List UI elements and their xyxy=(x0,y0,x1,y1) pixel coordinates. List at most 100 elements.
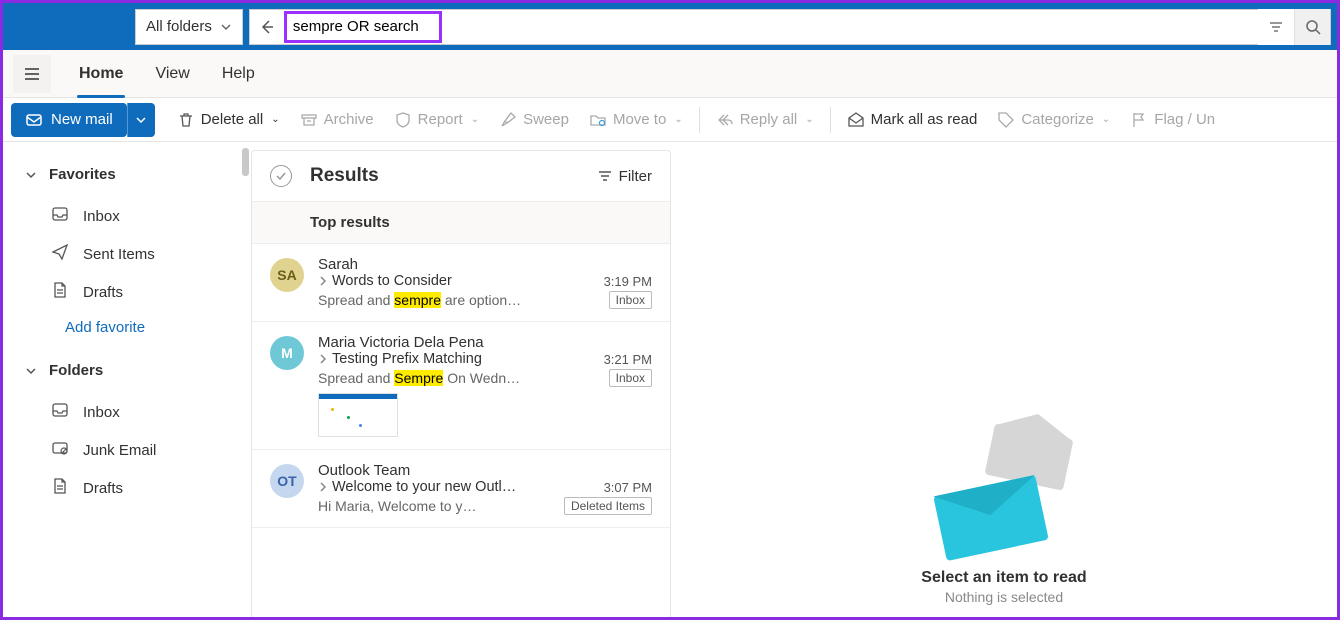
results-subheader: Top results xyxy=(252,202,670,244)
results-title: Results xyxy=(310,165,597,187)
broom-icon xyxy=(499,111,517,129)
junk-icon xyxy=(51,439,69,461)
select-all-toggle[interactable] xyxy=(270,165,292,187)
sidebar-item-add favorite[interactable]: Add favorite xyxy=(21,311,241,344)
move-to-button[interactable]: Move to⌄ xyxy=(579,103,693,137)
message-subject: Words to Consider xyxy=(318,273,452,289)
title-bar: All folders xyxy=(3,3,1337,50)
reply-all-button[interactable]: Reply all⌄ xyxy=(706,103,824,137)
sidebar-item-label: Drafts xyxy=(83,480,123,497)
toolbar-separator xyxy=(699,107,700,133)
report-button[interactable]: Report⌄ xyxy=(384,103,489,137)
sidebar: Favorites Inbox Sent Items Drafts Add fa… xyxy=(3,142,251,617)
avatar: SA xyxy=(270,258,304,292)
sidebar-section-folders[interactable]: Folders xyxy=(21,356,241,385)
tag-icon xyxy=(997,111,1015,129)
chevron-right-icon xyxy=(318,354,328,364)
inbox-icon xyxy=(51,205,69,227)
toolbar: New mail Delete all⌄ Archive Report⌄ Swe… xyxy=(3,98,1337,142)
scrollbar-thumb[interactable] xyxy=(242,148,249,176)
sidebar-item-label: Inbox xyxy=(83,208,120,225)
filter-button[interactable]: Filter xyxy=(597,168,652,185)
sidebar-section-label: Favorites xyxy=(49,166,116,183)
mail-open-icon xyxy=(847,111,865,129)
tabs-row: Home View Help xyxy=(3,50,1337,98)
message-folder-tag: Inbox xyxy=(609,291,652,309)
sidebar-item-sent items[interactable]: Sent Items xyxy=(21,235,241,273)
sidebar-item-label: Inbox xyxy=(83,404,120,421)
tab-home[interactable]: Home xyxy=(63,50,139,98)
message-time: 3:07 PM xyxy=(604,480,652,495)
main: Favorites Inbox Sent Items Drafts Add fa… xyxy=(3,142,1337,617)
message-subject: Testing Prefix Matching xyxy=(318,351,482,367)
message-time: 3:19 PM xyxy=(604,274,652,289)
search-filters-button[interactable] xyxy=(1258,9,1294,45)
search-back-button[interactable] xyxy=(250,18,284,36)
toolbar-separator xyxy=(830,107,831,133)
archive-button[interactable]: Archive xyxy=(290,103,384,137)
tab-help[interactable]: Help xyxy=(206,50,271,98)
check-icon xyxy=(275,170,287,182)
message-item[interactable]: M Maria Victoria Dela Pena Testing Prefi… xyxy=(252,322,670,450)
sweep-button[interactable]: Sweep xyxy=(489,103,579,137)
search-scope-dropdown[interactable]: All folders xyxy=(135,9,243,45)
search-bar xyxy=(249,9,1331,45)
message-subject: Welcome to your new Outl… xyxy=(318,479,516,495)
reading-pane: Select an item to read Nothing is select… xyxy=(671,142,1337,617)
flag-icon xyxy=(1130,111,1148,129)
message-folder-tag: Inbox xyxy=(609,369,652,387)
sidebar-item-inbox[interactable]: Inbox xyxy=(21,197,241,235)
chevron-right-icon xyxy=(318,482,328,492)
message-preview: Spread and sempre are option… xyxy=(318,292,521,308)
search-icon xyxy=(1305,19,1321,35)
hamburger-button[interactable] xyxy=(13,55,51,93)
search-input-highlight xyxy=(284,11,442,43)
mark-read-button[interactable]: Mark all as read xyxy=(837,103,988,137)
shield-icon xyxy=(394,111,412,129)
message-preview: Hi Maria, Welcome to y… xyxy=(318,498,476,514)
avatar: OT xyxy=(270,464,304,498)
folder-move-icon xyxy=(589,111,607,129)
sidebar-item-drafts[interactable]: Drafts xyxy=(21,469,241,507)
reading-empty-subtitle: Nothing is selected xyxy=(945,589,1063,605)
sidebar-item-junk email[interactable]: Junk Email xyxy=(21,431,241,469)
arrow-left-icon xyxy=(258,18,276,36)
trash-icon xyxy=(177,111,195,129)
reading-empty-title: Select an item to read xyxy=(921,569,1086,587)
message-item[interactable]: SA Sarah Words to Consider 3:19 PM Sprea… xyxy=(252,244,670,322)
search-submit-button[interactable] xyxy=(1294,9,1330,45)
search-input[interactable] xyxy=(293,18,433,35)
message-list: Results Filter Top results SA Sarah Word… xyxy=(251,150,671,617)
message-time: 3:21 PM xyxy=(604,352,652,367)
sidebar-item-label: Sent Items xyxy=(83,246,155,263)
flag-button[interactable]: Flag / Un xyxy=(1120,103,1225,137)
sent-icon xyxy=(51,243,69,265)
chevron-down-icon xyxy=(25,365,37,377)
message-from: Outlook Team xyxy=(318,462,652,479)
new-mail-dropdown[interactable] xyxy=(127,103,155,137)
categorize-button[interactable]: Categorize⌄ xyxy=(987,103,1120,137)
sidebar-section-favorites[interactable]: Favorites xyxy=(21,160,241,189)
new-mail-button[interactable]: New mail xyxy=(11,103,127,137)
message-from: Maria Victoria Dela Pena xyxy=(318,334,652,351)
search-scope-label: All folders xyxy=(146,18,212,35)
message-item[interactable]: OT Outlook Team Welcome to your new Outl… xyxy=(252,450,670,528)
chevron-down-icon xyxy=(25,169,37,181)
sidebar-item-label: Add favorite xyxy=(65,319,145,336)
inbox-icon xyxy=(51,401,69,423)
hamburger-icon xyxy=(23,65,41,83)
results-header: Results Filter xyxy=(252,151,670,202)
chevron-right-icon xyxy=(318,276,328,286)
sidebar-item-drafts[interactable]: Drafts xyxy=(21,273,241,311)
new-mail-label: New mail xyxy=(51,111,113,128)
reply-all-icon xyxy=(716,111,734,129)
tab-view[interactable]: View xyxy=(139,50,205,98)
attachment-thumbnail[interactable] xyxy=(318,393,398,437)
avatar: M xyxy=(270,336,304,370)
sidebar-item-label: Drafts xyxy=(83,284,123,301)
message-preview: Spread and Sempre On Wedn… xyxy=(318,370,520,386)
delete-all-button[interactable]: Delete all⌄ xyxy=(167,103,290,137)
sidebar-section-label: Folders xyxy=(49,362,103,379)
draft-icon xyxy=(51,477,69,499)
sidebar-item-inbox[interactable]: Inbox xyxy=(21,393,241,431)
